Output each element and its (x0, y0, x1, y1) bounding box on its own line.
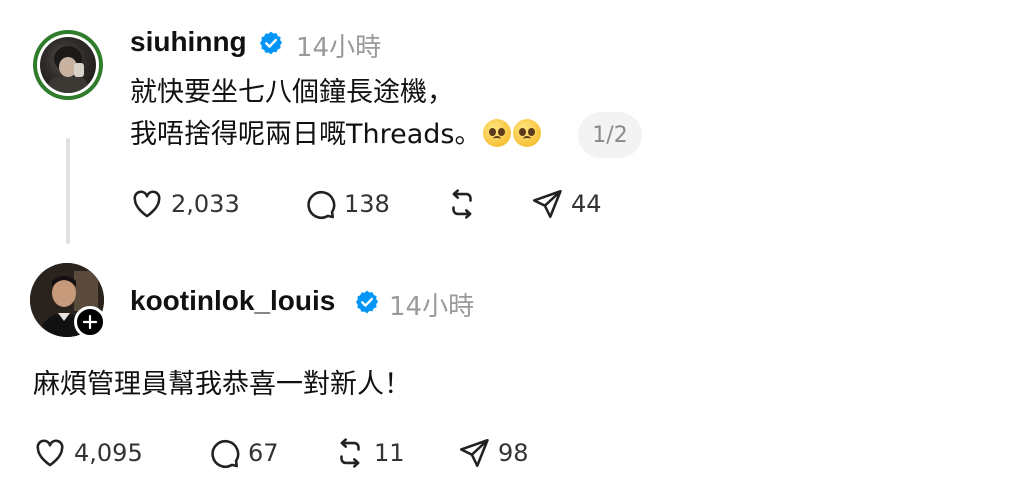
avatar-siuhinng[interactable] (33, 30, 103, 100)
verified-badge-icon (259, 31, 283, 55)
share-button[interactable]: 44 (530, 187, 602, 221)
heart-icon (133, 190, 161, 218)
like-count: 2,033 (171, 190, 240, 218)
like-count: 4,095 (74, 439, 143, 467)
send-icon (459, 438, 489, 468)
share-count: 44 (571, 190, 602, 218)
verified-badge-icon (355, 290, 379, 314)
post-text-line-2-container: 我唔捨得呢兩日嘅Threads。 (130, 116, 542, 154)
username[interactable]: kootinlok_louis (130, 285, 335, 317)
repost-icon (340, 438, 360, 468)
heart-icon (36, 439, 64, 467)
pleading-face-emoji (483, 119, 512, 147)
thread-connector-line (66, 138, 70, 244)
comment-icon (211, 439, 240, 468)
username[interactable]: siuhinng (130, 26, 247, 58)
timestamp: 14小時 (389, 292, 475, 322)
post-text-line-1: 就快要坐七八個鐘長途機， (130, 77, 454, 108)
repost-icon (452, 189, 472, 219)
repost-count: 11 (374, 439, 405, 467)
reply-button[interactable]: 138 (303, 187, 390, 221)
repost-button[interactable]: 11 (333, 436, 405, 470)
repost-button[interactable] (445, 187, 479, 221)
reply-button[interactable]: 67 (207, 436, 279, 470)
like-button[interactable]: 2,033 (130, 187, 240, 221)
page-indicator-badge[interactable]: 1/2 (578, 112, 642, 158)
like-button[interactable]: 4,095 (33, 436, 143, 470)
reply-count: 138 (344, 190, 390, 218)
share-count: 98 (498, 439, 529, 467)
pleading-face-emoji (513, 119, 542, 147)
timestamp: 14小時 (296, 33, 382, 63)
post-text: 麻煩管理員幫我恭喜一對新人！ (33, 369, 411, 400)
comment-icon (307, 190, 336, 219)
avatar-photo (40, 37, 96, 93)
reply-count: 67 (248, 439, 279, 467)
share-button[interactable]: 98 (457, 436, 529, 470)
post-text-line-2: 我唔捨得呢兩日嘅Threads。 (130, 119, 482, 150)
send-icon (532, 189, 562, 219)
plus-icon (82, 314, 98, 330)
follow-button[interactable] (74, 306, 106, 338)
